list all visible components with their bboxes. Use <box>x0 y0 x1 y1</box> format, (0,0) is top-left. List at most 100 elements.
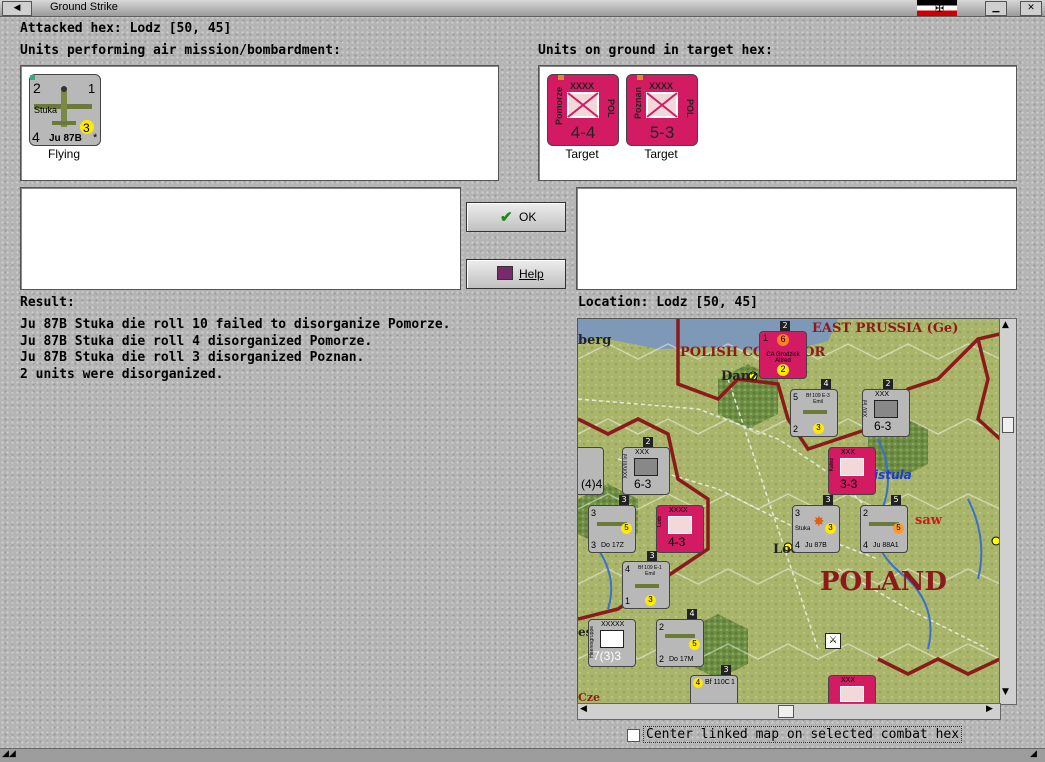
counter-attack: 4 <box>625 564 631 574</box>
iron-cross-icon: ✠ <box>935 2 945 15</box>
counter-values: 6-3 <box>634 477 652 491</box>
counter-size: XXX <box>841 449 856 456</box>
map-counter-bf110c[interactable]: 4 Bf 110C 1 3 <box>690 665 738 704</box>
map-counter-ju87b[interactable]: 3 Stuka ✸ 3 4 Ju 87B 3 <box>792 495 840 553</box>
map-counter-do17m[interactable]: 2 5 2 Do 17M 4 <box>656 609 704 667</box>
ok-button-label: OK <box>519 210 537 224</box>
scroll-right-icon[interactable]: ▶ <box>986 704 993 714</box>
stack-count: 3 <box>619 495 629 505</box>
ok-button[interactable]: ✔ OK <box>466 202 566 232</box>
map-counter-xxv-corps[interactable]: XXX XXV Inf 6-3 2 <box>862 379 910 437</box>
counter-defense: 4 <box>863 540 869 550</box>
map-counter-partial-left[interactable]: (4)4 <box>578 447 604 495</box>
ground-unit-counter-poznan[interactable]: XXXX Poznan POL 5-3 <box>626 74 698 146</box>
fortress-icon: ⚔ <box>825 633 841 649</box>
bomber-plane-icon <box>665 634 695 638</box>
counter-bottom-value: 2 <box>777 364 789 376</box>
ground-strike-window: ◀ Ground Strike ✠ ▁ ✕ Attacked hex: Lodz… <box>0 0 1045 762</box>
map-counter-bf109-e1[interactable]: 4 Bf 109 E-1 Emil 1 3 3 <box>622 551 670 609</box>
horizontal-scroll-thumb[interactable] <box>778 705 794 718</box>
counter-badge: 1 <box>763 333 769 343</box>
counter-attack: 4 <box>693 678 703 688</box>
stack-count: 3 <box>823 495 833 505</box>
counter-defense: 1 <box>625 596 631 606</box>
unit-nation: POL <box>606 99 616 118</box>
counter-model: Do 17M <box>669 656 694 663</box>
stack-count: 5 <box>891 495 901 505</box>
result-heading: Result: <box>20 295 75 310</box>
vertical-scroll-thumb[interactable] <box>1002 417 1014 433</box>
unit-size: XXXX <box>649 81 673 91</box>
corner-grip-icon[interactable]: ◢ <box>1030 749 1037 759</box>
counter-model: Ju 87B <box>805 542 827 549</box>
counter-values: 3-3 <box>840 477 858 491</box>
resize-grip-icon[interactable]: ◢◢ <box>2 749 16 759</box>
scroll-left-icon[interactable]: ◀ <box>580 704 587 714</box>
stack-count: 4 <box>821 379 831 389</box>
map-counter-do17z[interactable]: 3 5 3 Do 17Z 3 <box>588 495 636 553</box>
map-counter-ju88a1[interactable]: 2 5 4 Ju 88A1 5 <box>860 495 908 553</box>
map-counter-army-group[interactable]: XXXXX Heeresgruppe 7(3)3 <box>588 619 636 667</box>
result-line: Ju 87B Stuka die roll 3 disorganized Poz… <box>20 350 365 365</box>
scroll-up-icon[interactable]: ▲ <box>1002 320 1009 330</box>
unit-name: Pomorze <box>554 87 564 125</box>
stack-count: 3 <box>721 665 731 675</box>
scroll-down-icon[interactable]: ▼ <box>1002 687 1009 697</box>
map-vertical-scrollbar[interactable]: ▲ ▼ <box>999 318 1017 705</box>
counter-badge: 3 <box>825 523 836 534</box>
air-attack-value: 2 <box>33 80 41 96</box>
counter-badge: 5 <box>689 639 700 650</box>
air-unit-mark: * <box>93 132 98 144</box>
air-unit-model: Ju 87B <box>49 133 82 144</box>
map-counter-lodz-army[interactable]: XXXX Lodz 4-3 <box>656 505 704 553</box>
infantry-symbol-icon <box>840 458 864 476</box>
ground-units-panel: XXXX Pomorze POL 4-4 Target XXXX Poznan … <box>538 65 1017 181</box>
air-unit-counter[interactable]: 2 1 Stuka 3 4 Ju 87B * <box>29 74 101 146</box>
minimize-button[interactable]: ▁ <box>985 1 1007 16</box>
counter-top-value: 6 <box>777 334 789 346</box>
unit-nation: POL <box>685 99 695 118</box>
counter-name: Bf 109 E-1 Emil <box>638 565 662 577</box>
infantry-symbol-icon <box>567 92 599 118</box>
infantry-symbol-icon <box>840 686 864 702</box>
infantry-symbol-icon <box>646 92 678 118</box>
ground-unit-counter-pomorze[interactable]: XXXX Pomorze POL 4-4 <box>547 74 619 146</box>
air-unit-name: Stuka <box>34 105 57 115</box>
infantry-symbol-icon <box>668 516 692 534</box>
stack-count: 2 <box>883 379 893 389</box>
help-book-icon <box>497 266 513 280</box>
air-strength-value: 3 <box>83 121 90 135</box>
counter-attack: 3 <box>591 508 597 518</box>
result-line: 2 units were disorganized. <box>20 366 224 382</box>
ground-unit-status-poznan: Target <box>644 147 678 161</box>
air-units-panel: 2 1 Stuka 3 4 Ju 87B * Flying <box>20 65 499 181</box>
map-counter-kalisz[interactable]: XXX Kalisz 3-3 <box>828 447 876 495</box>
counter-attack: 2 <box>659 622 665 632</box>
window-menu-button[interactable]: ◀ <box>2 1 32 16</box>
explosion-icon: ✸ <box>813 514 825 530</box>
map-counter-bf109-e3[interactable]: 5 Bf 109 E-3 Emil 2 3 4 <box>790 379 838 437</box>
center-map-checkbox-label[interactable]: Center linked map on selected combat hex <box>643 726 963 743</box>
counter-top-value: 5 <box>793 392 799 402</box>
infantry-symbol-icon <box>634 458 658 476</box>
window-title: Ground Strike <box>50 1 118 13</box>
map-counter-krakow[interactable]: XXX <box>828 675 876 704</box>
close-icon[interactable]: ✕ <box>1020 1 1042 16</box>
counter-values: 4-3 <box>668 535 686 549</box>
ground-units-heading: Units on ground in target hex: <box>538 43 773 58</box>
counter-size: XXXX <box>669 507 688 514</box>
center-map-checkbox[interactable] <box>627 729 640 742</box>
counter-name: Lodz <box>657 516 663 527</box>
map-label-danzig: Danz <box>721 369 758 384</box>
status-bar: ◢◢ ◢ <box>0 748 1045 762</box>
help-button[interactable]: Help <box>466 259 566 289</box>
linked-map[interactable]: EAST PRUSSIA (Ge) POLISH CORRIDOR berg D… <box>577 318 1001 705</box>
counter-values: (4)4 <box>581 477 603 491</box>
infantry-symbol-icon <box>874 400 898 418</box>
map-counter-xxxviii-corps[interactable]: XXX XXXVIII Inf 6-3 2 <box>622 437 670 495</box>
location-label: Location: Lodz [50, 45] <box>578 295 759 310</box>
counter-model: Ju 88A1 <box>873 542 899 549</box>
map-counter-polish-cavalry[interactable]: 1 6 CA Grodzisk Alfred 2 2 <box>759 321 807 379</box>
air-unit-status: Flying <box>47 147 80 161</box>
map-horizontal-scrollbar[interactable]: ◀ ▶ <box>577 703 1001 720</box>
